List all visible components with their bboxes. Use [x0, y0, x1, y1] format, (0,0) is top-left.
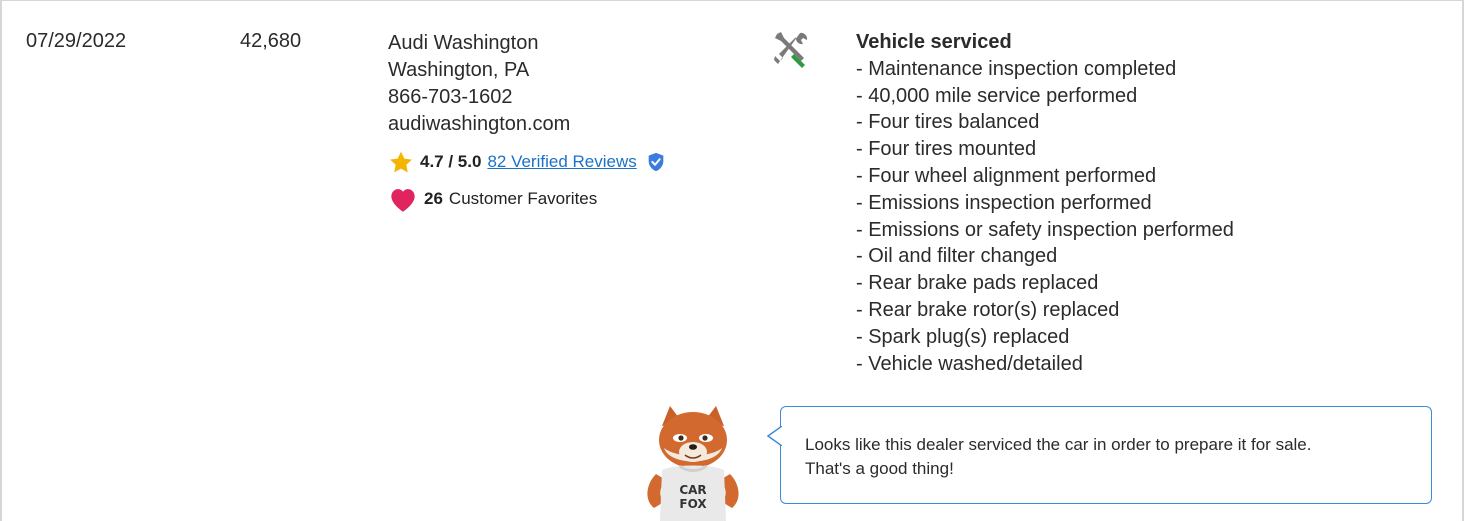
carfox-tip-text: Looks like this dealer serviced the car …	[805, 433, 1407, 481]
tip-line-1: Looks like this dealer serviced the car …	[805, 435, 1312, 454]
wrench-screwdriver-icon	[774, 32, 808, 68]
dealer-info: Audi Washington Washington, PA 866-703-1…	[388, 30, 570, 138]
star-icon	[390, 151, 412, 172]
dealer-name: Audi Washington	[388, 32, 539, 54]
customer-favorites: 26 Customer Favorites	[388, 186, 597, 212]
service-date: 07/29/2022	[26, 30, 127, 52]
dealer-location: Washington, PA	[388, 59, 530, 81]
service-item: - Emissions inspection performed	[856, 191, 1152, 214]
service-details: Vehicle serviced - Maintenance inspectio…	[856, 29, 1234, 377]
service-item: - Vehicle washed/detailed	[856, 352, 1083, 375]
service-item: - Rear brake rotor(s) replaced	[856, 298, 1120, 321]
favorites-count: 26	[424, 189, 443, 208]
svg-text:CAR: CAR	[679, 483, 706, 497]
tip-line-2: That's a good thing!	[805, 459, 954, 478]
bubble-tail	[766, 426, 782, 446]
service-item: - Rear brake pads replaced	[856, 272, 1099, 295]
verified-reviews-link[interactable]: 82 Verified Reviews	[487, 152, 636, 172]
verified-badge-icon	[648, 152, 664, 172]
carfox-mascot: CAR FOX	[647, 406, 739, 521]
svg-text:FOX: FOX	[679, 497, 707, 511]
rating-score: 4.7 / 5.0	[420, 152, 482, 171]
service-item: - Spark plug(s) replaced	[856, 325, 1070, 348]
service-item: - Four tires balanced	[856, 111, 1040, 134]
dealer-website: audiwashington.com	[388, 113, 571, 135]
favorites-label: Customer Favorites	[448, 189, 598, 208]
dealer-rating: 4.7 / 5.0 82 Verified Reviews	[388, 149, 667, 175]
event-title: Vehicle serviced	[856, 31, 1012, 53]
heart-icon	[391, 188, 415, 212]
service-item: - Maintenance inspection completed	[856, 57, 1177, 80]
service-items-list: - Maintenance inspection completed - 40,…	[856, 56, 1234, 378]
dealer-phone: 866-703-1602	[388, 86, 513, 108]
service-item: - Oil and filter changed	[856, 245, 1058, 268]
carfox-tip-bubble: Looks like this dealer serviced the car …	[780, 406, 1432, 504]
service-item: - Emissions or safety inspection perform…	[856, 218, 1234, 241]
service-item: - Four tires mounted	[856, 138, 1037, 161]
service-item: - Four wheel alignment performed	[856, 164, 1157, 187]
odometer-reading: 42,680	[240, 30, 302, 52]
service-item: - 40,000 mile service performed	[856, 84, 1138, 107]
